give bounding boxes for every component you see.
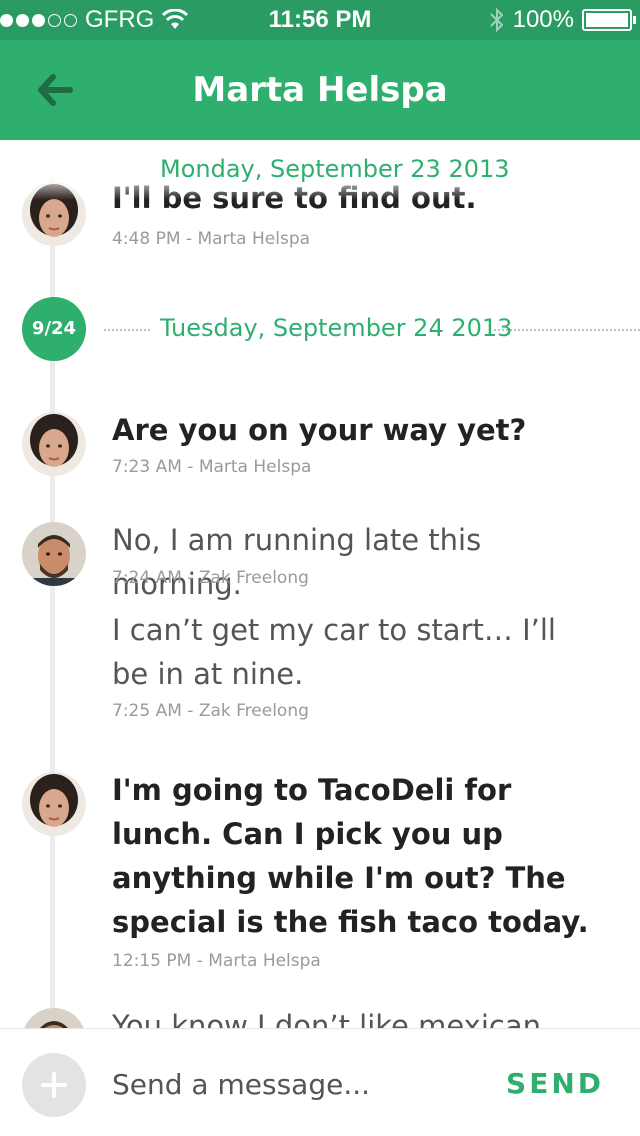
message-meta: 4:48 PM - Marta Helspa (112, 229, 311, 249)
message-meta: 7:23 AM - Marta Helspa (112, 457, 312, 477)
send-button[interactable]: SEND (506, 1059, 604, 1109)
zak-avatar-image (22, 522, 86, 586)
compose-bar: SEND (0, 1028, 640, 1136)
message-meta: 7:25 AM - Zak Freelong (112, 701, 309, 721)
message-text: I'm going to TacoDeli for lunch. Can I p… (112, 773, 589, 939)
date-header-sept-23: Monday, September 23 2013 (160, 155, 510, 183)
message-text: No, I am running late this morning. (112, 523, 482, 601)
message-text: I can’t get my car to start… I’ll be in … (112, 613, 556, 691)
date-header-sept-24: Tuesday, September 24 2013 (160, 314, 513, 342)
bluetooth-icon (489, 7, 504, 33)
date-divider-right (494, 329, 640, 331)
date-divider-left (104, 329, 150, 331)
marta-avatar-image (22, 412, 86, 476)
add-attachment-button[interactable] (22, 1053, 86, 1117)
status-bar: GFRG 11:56 PM 100% (0, 0, 640, 40)
message-meta: 7:24 AM - Zak Freelong (112, 568, 309, 588)
conversation-title: Marta Helspa (192, 70, 448, 110)
avatar-zak[interactable] (22, 522, 86, 586)
avatar-marta[interactable] (22, 412, 86, 476)
avatar-zak[interactable] (22, 1008, 86, 1028)
battery-icon (582, 9, 636, 31)
zak-avatar-image (22, 1008, 86, 1028)
arrow-left-icon (38, 74, 73, 106)
message-input[interactable] (112, 1059, 482, 1109)
battery-percent: 100% (512, 6, 574, 33)
message-list[interactable]: I'll be sure to find out. 4:48 PM - Mart… (0, 140, 640, 1028)
back-button[interactable] (28, 68, 82, 112)
marta-avatar-image (22, 772, 86, 836)
avatar-marta[interactable] (22, 772, 86, 836)
navigation-bar: Marta Helspa (0, 40, 640, 140)
plus-icon (41, 1072, 67, 1098)
message-meta: 12:15 PM - Marta Helspa (112, 951, 321, 971)
message-text: Are you on your way yet? (112, 413, 527, 447)
message-text: You know I don’t like mexican food. (112, 1009, 541, 1028)
date-badge: 9/24 (22, 297, 86, 361)
